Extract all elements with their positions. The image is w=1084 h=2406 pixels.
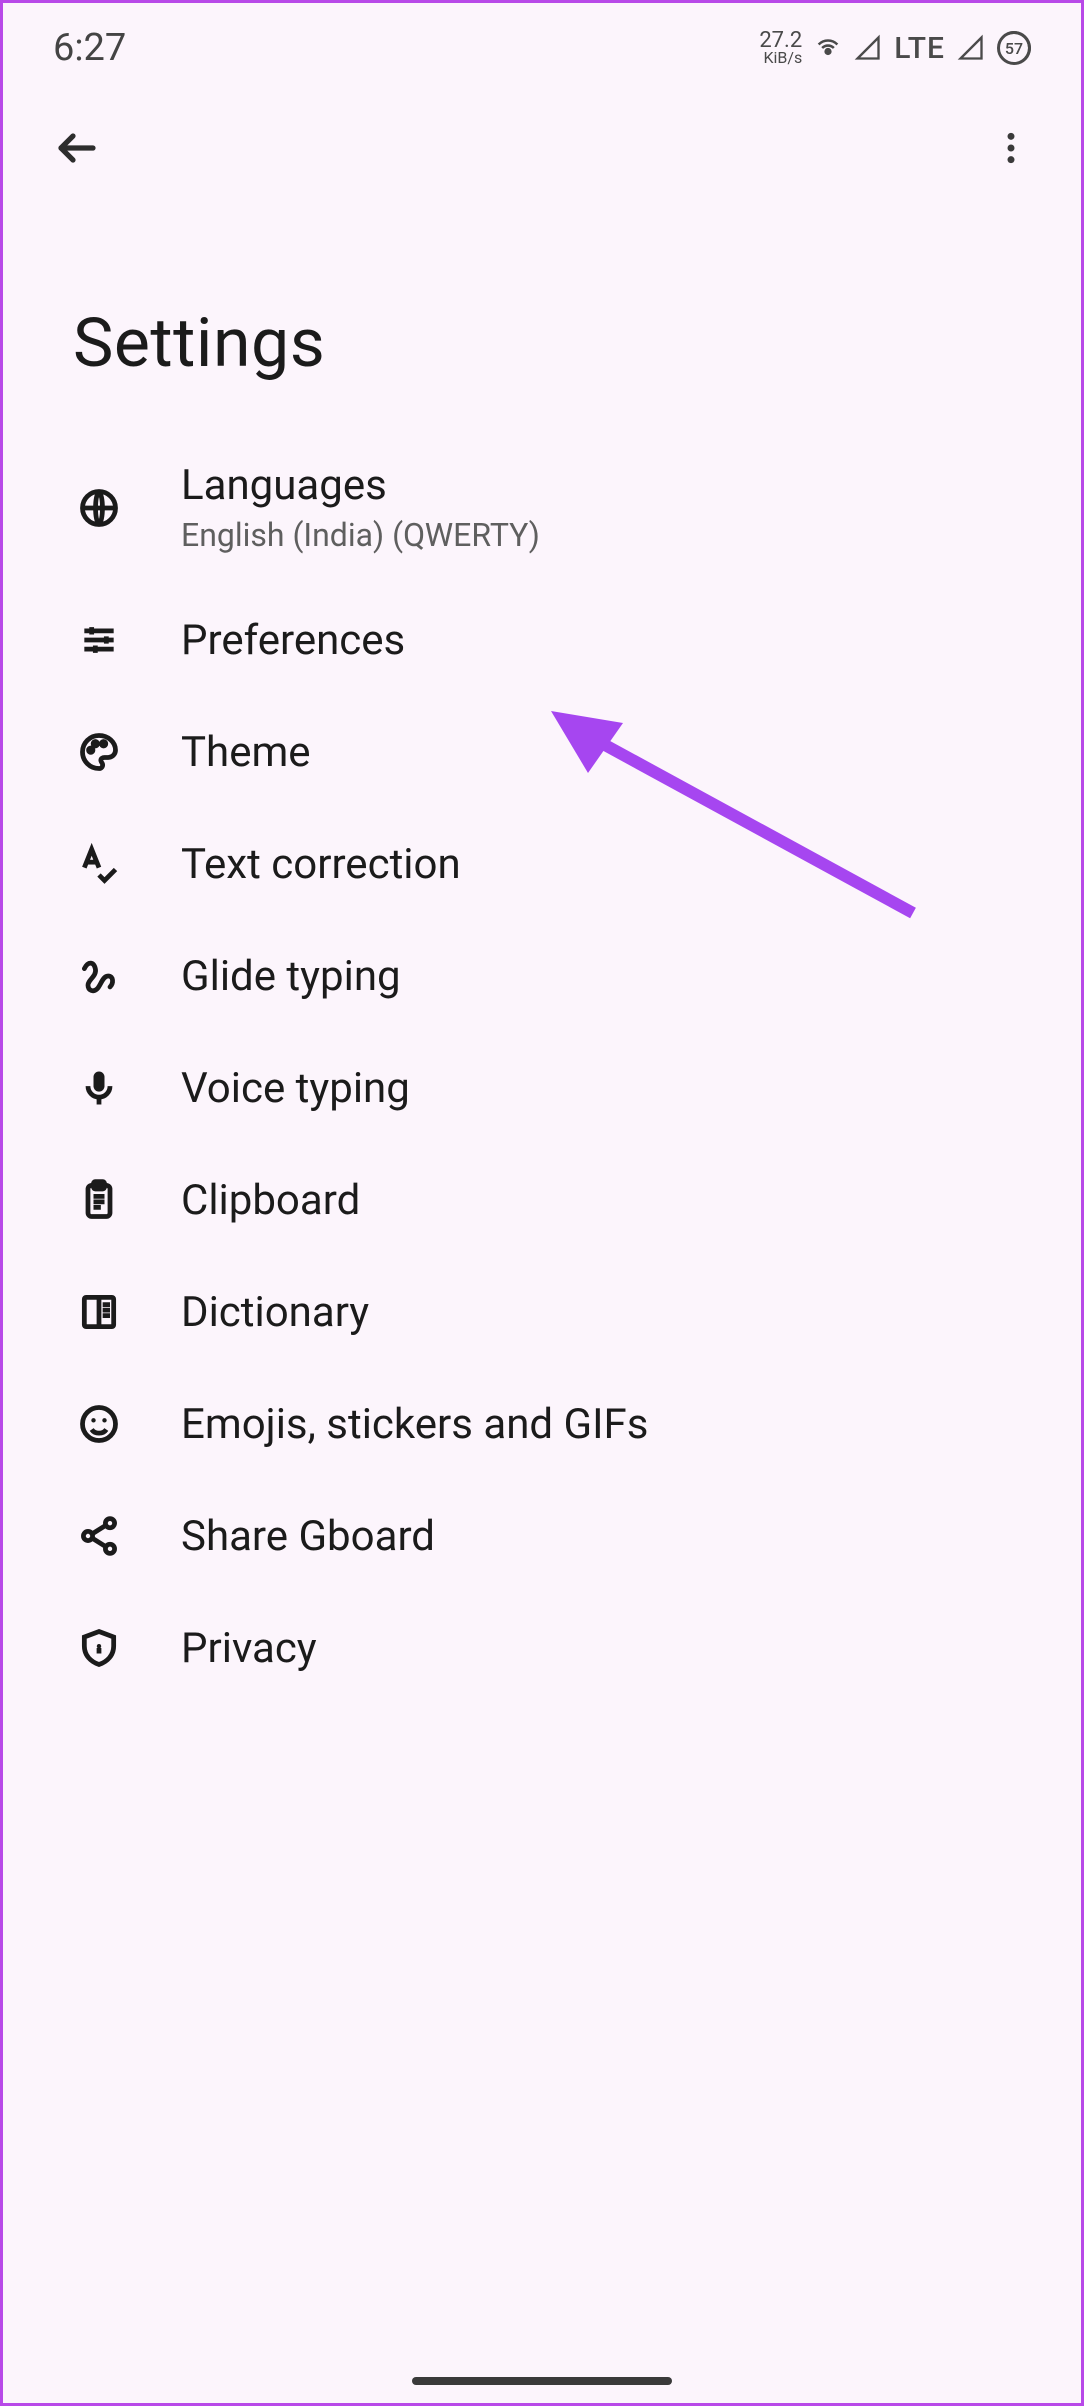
network-speed: 27.2 KiB/s <box>759 31 802 65</box>
hotspot-icon <box>814 34 842 62</box>
palette-icon <box>73 726 125 778</box>
back-button[interactable] <box>53 124 101 172</box>
network-speed-units: KiB/s <box>759 51 802 65</box>
list-item-title: Dictionary <box>181 1288 369 1337</box>
gesture-icon <box>73 950 125 1002</box>
list-item-title: Emojis, stickers and GIFs <box>181 1400 648 1449</box>
list-item-text-correction[interactable]: Text correction <box>3 808 1081 920</box>
list-item-title: Glide typing <box>181 952 401 1001</box>
spellcheck-icon <box>73 838 125 890</box>
share-icon <box>73 1510 125 1562</box>
list-item-title: Text correction <box>181 840 461 889</box>
list-item-clipboard[interactable]: Clipboard <box>3 1144 1081 1256</box>
globe-icon <box>73 482 125 534</box>
list-item-subtitle: English (India) (QWERTY) <box>181 516 540 554</box>
list-item-glide-typing[interactable]: Glide typing <box>3 920 1081 1032</box>
book-icon <box>73 1286 125 1338</box>
list-item-emojis[interactable]: Emojis, stickers and GIFs <box>3 1368 1081 1480</box>
signal-icon <box>854 34 882 62</box>
status-time: 6:27 <box>53 26 126 70</box>
status-right: 27.2 KiB/s LTE 57 <box>759 31 1031 66</box>
battery-icon: 57 <box>997 31 1031 65</box>
battery-level: 57 <box>1005 39 1023 58</box>
list-item-title: Clipboard <box>181 1176 360 1225</box>
list-item-title: Voice typing <box>181 1064 410 1113</box>
settings-list: Languages English (India) (QWERTY) Prefe… <box>3 423 1081 1704</box>
list-item-title: Privacy <box>181 1624 317 1673</box>
navigation-handle[interactable] <box>412 2377 672 2385</box>
overflow-menu-button[interactable] <box>991 128 1031 168</box>
list-item-title: Languages <box>181 461 540 510</box>
list-item-title: Preferences <box>181 616 405 665</box>
clipboard-icon <box>73 1174 125 1226</box>
list-item-share-gboard[interactable]: Share Gboard <box>3 1480 1081 1592</box>
list-item-title: Theme <box>181 728 311 777</box>
list-item-languages[interactable]: Languages English (India) (QWERTY) <box>3 431 1081 584</box>
list-item-voice-typing[interactable]: Voice typing <box>3 1032 1081 1144</box>
list-item-theme[interactable]: Theme <box>3 696 1081 808</box>
smiley-icon <box>73 1398 125 1450</box>
list-item-privacy[interactable]: Privacy <box>3 1592 1081 1704</box>
list-item-title: Share Gboard <box>181 1512 435 1561</box>
sliders-icon <box>73 614 125 666</box>
signal-icon-2 <box>957 34 985 62</box>
mic-icon <box>73 1062 125 1114</box>
status-bar: 6:27 27.2 KiB/s LTE 57 <box>3 3 1081 93</box>
app-bar <box>3 93 1081 203</box>
page-title: Settings <box>3 203 1081 423</box>
list-item-dictionary[interactable]: Dictionary <box>3 1256 1081 1368</box>
network-type: LTE <box>894 31 945 66</box>
list-item-preferences[interactable]: Preferences <box>3 584 1081 696</box>
shield-icon <box>73 1622 125 1674</box>
